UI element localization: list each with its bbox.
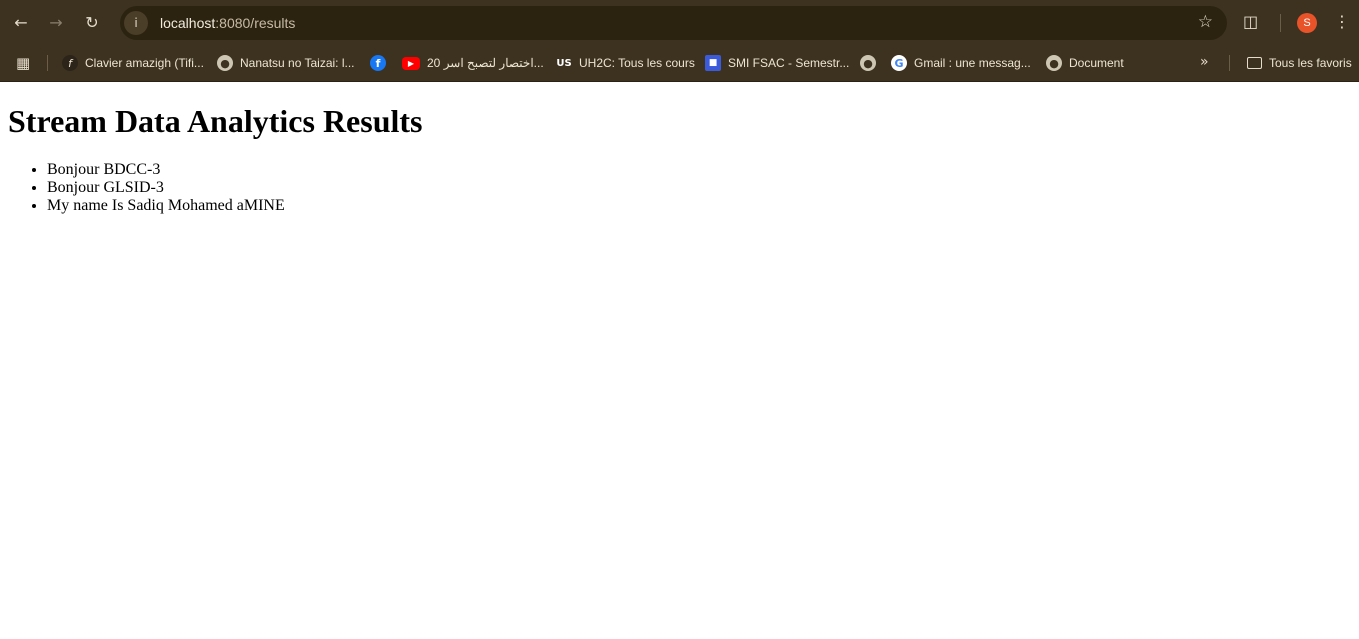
page-content: Stream Data Analytics Results Bonjour BD… <box>0 103 1359 215</box>
bookmark-uh2c[interactable]: US UH2C: Tous les cours <box>556 53 695 73</box>
bookmarks-divider <box>1229 55 1230 71</box>
toolbar-divider <box>1280 14 1281 32</box>
globe-icon: ● <box>1046 55 1062 71</box>
bookmark-facebook[interactable]: f <box>370 53 393 73</box>
youtube-icon: ▶ <box>402 56 420 70</box>
bookmark-smi-fsac[interactable]: ■ SMI FSAC - Semestr... <box>705 53 849 73</box>
bookmark-globe[interactable]: ● <box>860 53 883 73</box>
bookmark-document[interactable]: ● Document <box>1046 53 1124 73</box>
back-arrow-icon[interactable]: ← <box>7 8 35 36</box>
bookmark-label: SMI FSAC - Semestr... <box>728 56 850 70</box>
list-item: My name Is Sadiq Mohamed aMINE <box>47 197 1351 215</box>
bookmark-star-icon[interactable]: ☆ <box>1198 12 1213 32</box>
apps-grid-icon[interactable]: ▦ <box>16 54 30 72</box>
bookmark-label: Document <box>1069 56 1124 70</box>
uh2c-icon: US <box>556 57 572 69</box>
bookmark-label: Gmail : une messag... <box>914 56 1031 70</box>
bookmark-label: 20 اختصار لتصبح اسر... <box>427 56 544 70</box>
bookmark-clavier-amazigh[interactable]: f Clavier amazigh (Tifi... <box>62 53 204 73</box>
all-bookmarks-folder[interactable]: Tous les favoris <box>1247 53 1352 73</box>
page-title: Stream Data Analytics Results <box>8 103 423 139</box>
list-item: Bonjour BDCC-3 <box>47 161 1351 179</box>
url-host: localhost <box>160 15 216 31</box>
smi-icon: ■ <box>705 55 721 71</box>
site-info-icon[interactable]: i <box>124 11 148 35</box>
tifinagh-icon: f <box>62 55 78 71</box>
bookmarks-bar: ▦ f Clavier amazigh (Tifi... ● Nanatsu n… <box>0 45 1359 82</box>
bookmark-label: UH2C: Tous les cours <box>579 56 695 70</box>
globe-icon: ● <box>217 55 233 71</box>
bookmark-label: Clavier amazigh (Tifi... <box>85 56 204 70</box>
forward-arrow-icon[interactable]: → <box>42 8 70 36</box>
url-text[interactable]: localhost:8080/results <box>160 15 295 31</box>
results-list: Bonjour BDCC-3 Bonjour GLSID-3 My name I… <box>8 161 1351 215</box>
folder-icon <box>1247 57 1262 69</box>
reload-icon[interactable]: ↻ <box>78 8 106 36</box>
bookmark-gmail[interactable]: G Gmail : une messag... <box>891 53 1031 73</box>
globe-icon: ● <box>860 55 876 71</box>
profile-avatar[interactable]: S <box>1297 13 1317 33</box>
list-item: Bonjour GLSID-3 <box>47 179 1351 197</box>
kebab-menu-icon[interactable]: ⋮ <box>1334 12 1350 32</box>
bookmark-nanatsu[interactable]: ● Nanatsu no Taizai: l... <box>217 53 355 73</box>
address-bar[interactable]: i localhost:8080/results ☆ <box>120 6 1227 40</box>
bookmark-youtube[interactable]: ▶ 20 اختصار لتصبح اسر... <box>402 53 544 73</box>
bookmark-label: Nanatsu no Taizai: l... <box>240 56 355 70</box>
bookmark-label: Tous les favoris <box>1269 56 1352 70</box>
extensions-puzzle-icon[interactable]: ◫ <box>1243 12 1263 32</box>
google-icon: G <box>891 55 907 71</box>
bookmarks-divider <box>47 55 48 71</box>
browser-toolbar: ← → ↻ i localhost:8080/results ☆ ◫ S ⋮ <box>0 0 1359 45</box>
more-bookmarks-chevron-icon[interactable]: » <box>1200 54 1209 70</box>
url-path: :8080/results <box>215 15 296 31</box>
facebook-icon: f <box>370 55 386 71</box>
